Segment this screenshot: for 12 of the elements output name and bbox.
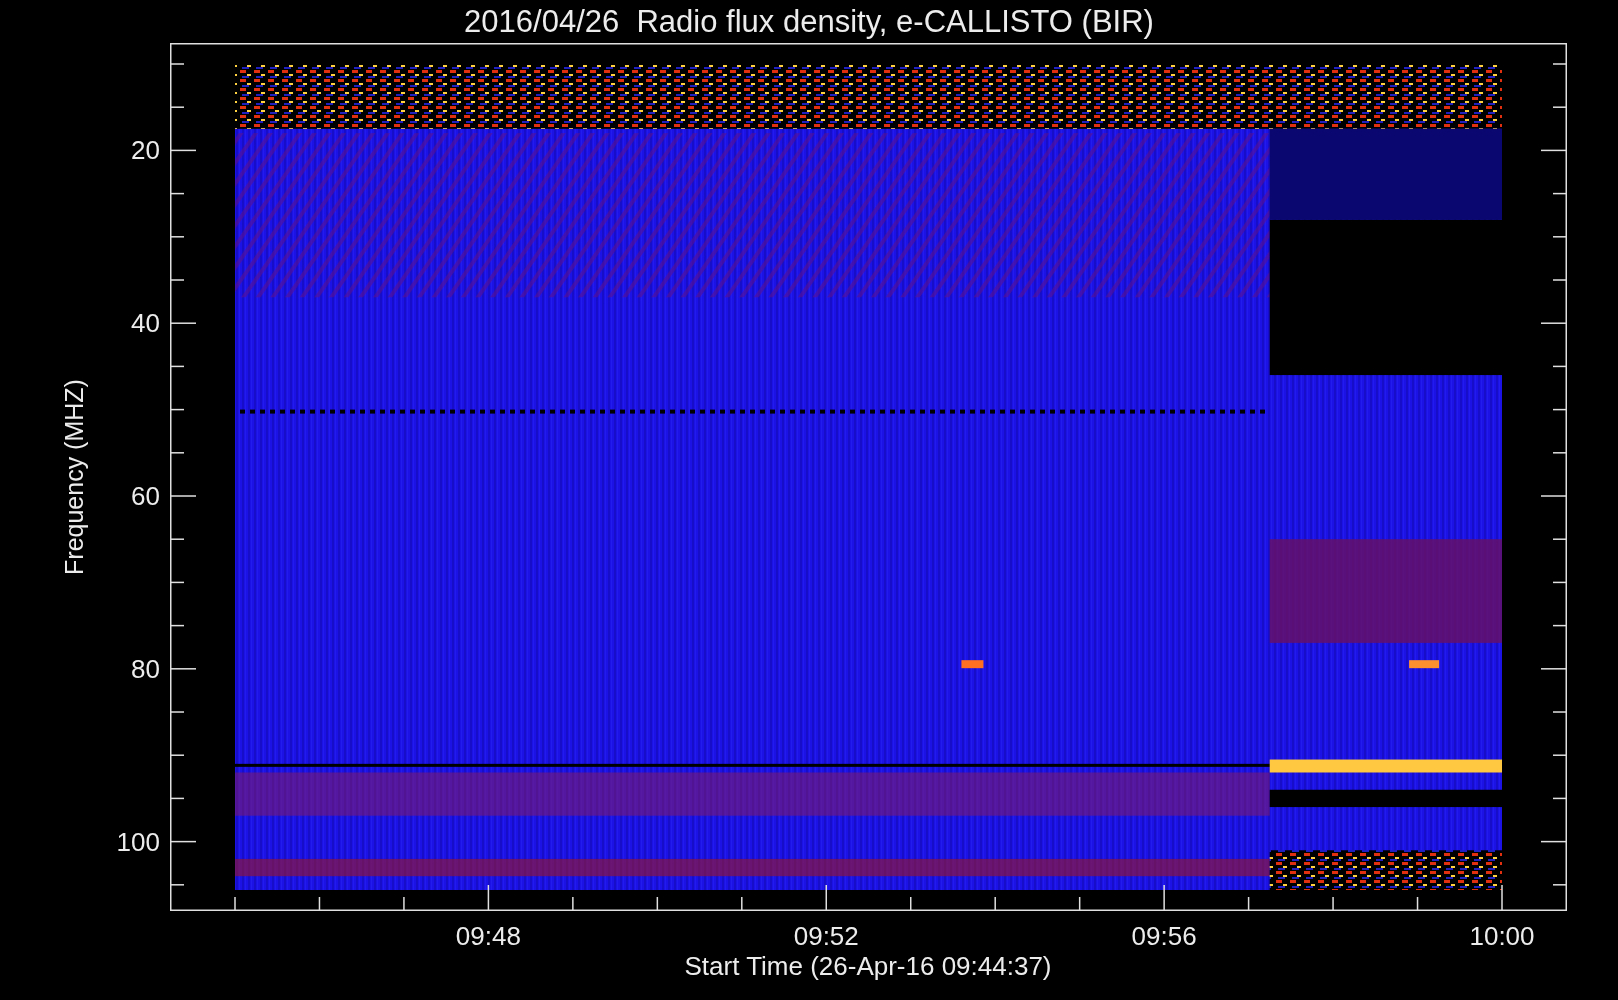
chart-title: 2016/04/26 Radio flux density, e-CALLISTO (BIR) xyxy=(464,3,1154,40)
y-tick-label: 40 xyxy=(131,308,160,339)
x-tick-label: 09:52 xyxy=(793,921,859,951)
x-tick-label: 09:56 xyxy=(1131,921,1197,951)
x-tick-label: 10:00 xyxy=(1469,921,1535,951)
y-tick-label: 20 xyxy=(131,135,160,166)
y-axis-label: Frequency (MHZ) xyxy=(59,379,89,575)
y-tick-label: 100 xyxy=(116,826,160,857)
y-tick-label: 80 xyxy=(131,653,160,684)
y-tick-label: 60 xyxy=(131,481,160,511)
x-tick-label: 09:48 xyxy=(455,921,521,951)
x-axis-label: Start Time (26-Apr-16 09:44:37) xyxy=(684,951,1052,981)
